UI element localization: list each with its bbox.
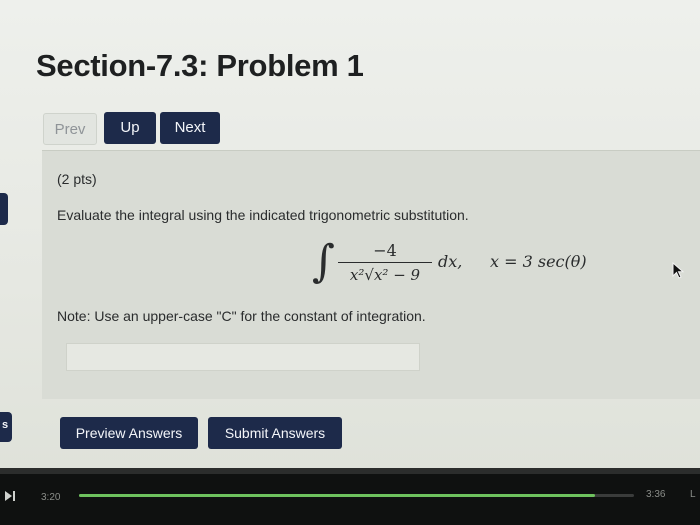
side-tab-label: s <box>2 419 9 431</box>
player-corner-label: L <box>690 489 696 500</box>
next-button[interactable]: Next <box>160 112 220 144</box>
page-title: Section-7.3: Problem 1 <box>36 48 364 83</box>
fraction: −4 x²√x² − 9 <box>338 241 432 285</box>
progress-fill <box>79 494 596 497</box>
time-total: 3:36 <box>646 489 666 500</box>
answer-input[interactable] <box>66 343 420 371</box>
problem-panel: (2 pts) Evaluate the integral using the … <box>42 150 700 399</box>
player-top-strip <box>0 468 700 474</box>
skip-forward-icon[interactable] <box>4 490 16 502</box>
problem-statement: Evaluate the integral using the indicate… <box>57 207 469 223</box>
fraction-bar <box>338 262 432 263</box>
integral-sign-icon: ∫ <box>312 236 335 287</box>
progress-track[interactable] <box>79 494 634 497</box>
substitution: x = 3 sec(θ) <box>490 252 587 271</box>
problem-points: (2 pts) <box>57 171 97 187</box>
problem-note: Note: Use an upper-case "C" for the cons… <box>57 308 426 324</box>
integral-formula: ∫ −4 x²√x² − 9 dx, x = 3 sec(θ) <box>312 237 632 291</box>
submit-answers-button[interactable]: Submit Answers <box>208 417 342 449</box>
webwork-page: Section-7.3: Problem 1 Prev Up Next (2 p… <box>0 0 700 468</box>
preview-answers-button[interactable]: Preview Answers <box>60 417 198 449</box>
fraction-numerator: −4 <box>373 241 397 260</box>
differential: dx, <box>438 252 463 271</box>
mouse-cursor-icon <box>672 262 685 279</box>
prev-button[interactable]: Prev <box>43 113 97 145</box>
video-player-bar: 3:20 3:36 L <box>0 468 700 525</box>
side-tab[interactable] <box>0 193 8 225</box>
up-button[interactable]: Up <box>104 112 156 144</box>
time-elapsed: 3:20 <box>41 492 61 503</box>
fraction-denominator: x²√x² − 9 <box>349 266 421 284</box>
